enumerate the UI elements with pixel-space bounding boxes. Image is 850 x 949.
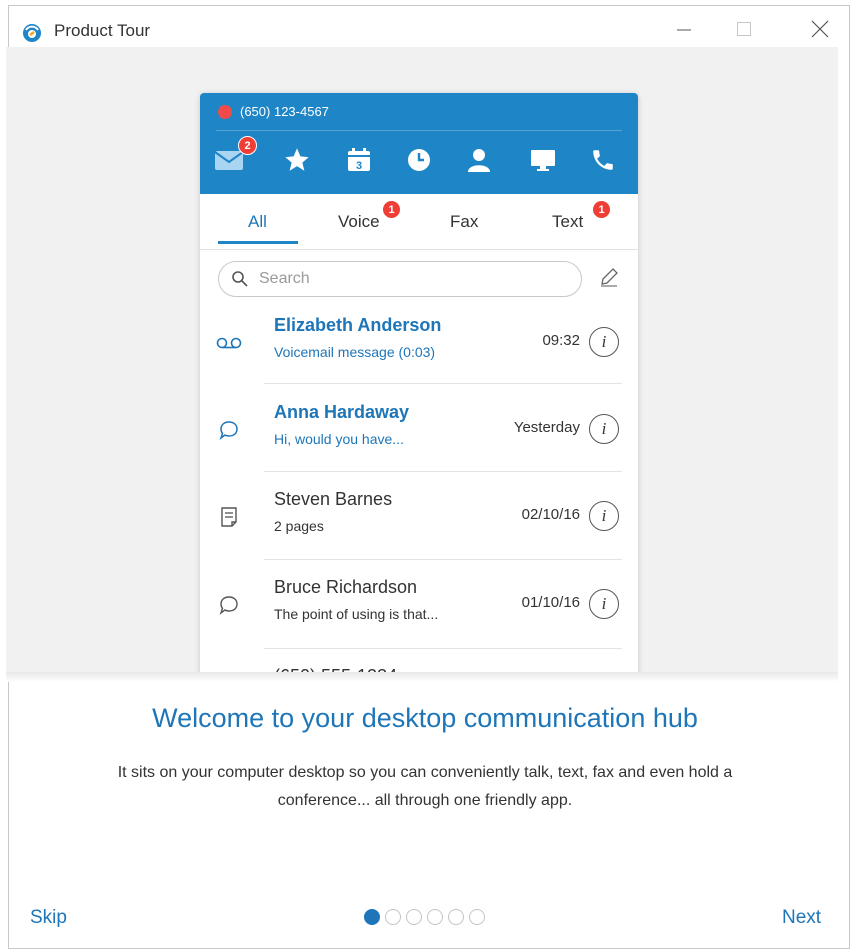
clock-icon [408, 149, 430, 171]
contact-icon [468, 149, 490, 172]
step-dot[interactable] [406, 909, 422, 925]
row-divider [264, 559, 622, 560]
info-icon: i [601, 419, 607, 438]
info-button[interactable]: i [589, 501, 619, 531]
app-logo-icon [23, 24, 41, 42]
next-button[interactable]: Next [782, 907, 821, 929]
info-icon: i [601, 332, 607, 351]
search-field[interactable]: Search [218, 261, 582, 297]
skip-button[interactable]: Skip [30, 907, 67, 929]
message-row[interactable]: Bruce Richardson The point of using is t… [200, 561, 638, 649]
tour-headline: Welcome to your desktop communication hu… [152, 703, 698, 733]
contact-name: Anna Hardaway [274, 402, 410, 422]
nav-desktop[interactable] [528, 145, 558, 175]
status-indicator [218, 105, 232, 119]
message-preview: 2 pages [274, 518, 324, 534]
message-row[interactable]: Elizabeth Anderson Voicemail message (0:… [200, 299, 638, 387]
close-icon [811, 20, 829, 38]
info-button[interactable]: i [589, 327, 619, 357]
monitor-icon [531, 150, 555, 171]
message-preview: Voicemail message (0:03) [274, 344, 436, 360]
tab-text[interactable]: Text [552, 212, 583, 232]
calendar-icon: 3 [348, 148, 370, 172]
step-dot[interactable] [427, 909, 443, 925]
info-icon: i [601, 506, 607, 525]
phone-icon [593, 150, 613, 170]
nav-contacts[interactable] [464, 145, 494, 175]
text-badge: 1 [592, 200, 611, 219]
search-placeholder: Search [259, 270, 310, 287]
minimize-icon [677, 29, 691, 31]
maximize-button[interactable] [721, 6, 767, 52]
step-dot[interactable] [469, 909, 485, 925]
contact-name: Bruce Richardson [274, 577, 418, 597]
message-time: 01/10/16 [521, 594, 580, 611]
info-button[interactable]: i [589, 414, 619, 444]
message-time: 02/10/16 [521, 506, 580, 523]
tour-description: It sits on your computer desktop so you … [117, 764, 733, 809]
message-row[interactable]: Steven Barnes 2 pages 02/10/16 i [200, 473, 638, 561]
star-icon [285, 148, 309, 171]
row-divider [264, 383, 622, 384]
window-title: Product Tour [54, 21, 151, 40]
calendar-icon-day: 3 [356, 160, 362, 172]
nav-calendar[interactable]: 3 [344, 145, 374, 175]
tour-preview-area: (650) 123-4567 2 3 All Voice 1 Fax Text … [6, 47, 838, 675]
nav-recents[interactable] [404, 145, 434, 175]
contact-name: Elizabeth Anderson [274, 315, 442, 335]
app-preview: (650) 123-4567 2 3 All Voice 1 Fax Text … [200, 93, 638, 675]
app-header: (650) 123-4567 2 3 [200, 93, 638, 194]
step-indicator [364, 909, 485, 925]
chat-icon [216, 419, 242, 441]
step-dot[interactable] [364, 909, 380, 925]
close-button[interactable] [797, 6, 843, 52]
message-time: 09:32 [542, 332, 580, 349]
preview-divider [6, 672, 838, 682]
message-time: Yesterday [513, 419, 580, 436]
user-phone-number: (650) 123-4567 [240, 104, 329, 119]
info-button[interactable]: i [589, 589, 619, 619]
messages-badge: 2 [238, 136, 257, 155]
header-divider [216, 130, 622, 131]
message-preview: Hi, would you have... [274, 431, 404, 447]
step-dot[interactable] [448, 909, 464, 925]
message-row[interactable]: Anna Hardaway Hi, would you have... Yest… [200, 386, 638, 474]
maximize-icon [737, 22, 751, 36]
minimize-button[interactable] [661, 6, 707, 52]
nav-calls[interactable] [588, 145, 618, 175]
search-icon [232, 271, 248, 287]
fax-icon [216, 506, 242, 528]
active-tab-indicator [218, 241, 298, 244]
compose-icon[interactable] [598, 266, 620, 288]
step-dot[interactable] [385, 909, 401, 925]
voice-badge: 1 [382, 200, 401, 219]
tab-voice[interactable]: Voice [338, 212, 380, 232]
row-divider [264, 648, 622, 649]
nav-messages[interactable]: 2 [214, 136, 257, 175]
voicemail-icon [216, 332, 242, 354]
message-preview: The point of using is that... [274, 606, 439, 622]
tab-fax[interactable]: Fax [450, 212, 478, 232]
contact-name: Steven Barnes [274, 489, 393, 509]
nav-favorites[interactable] [282, 145, 312, 175]
tab-all[interactable]: All [248, 212, 267, 232]
chat-icon [216, 594, 242, 616]
messages-icon [214, 151, 244, 170]
row-divider [264, 471, 622, 472]
info-icon: i [601, 594, 607, 613]
